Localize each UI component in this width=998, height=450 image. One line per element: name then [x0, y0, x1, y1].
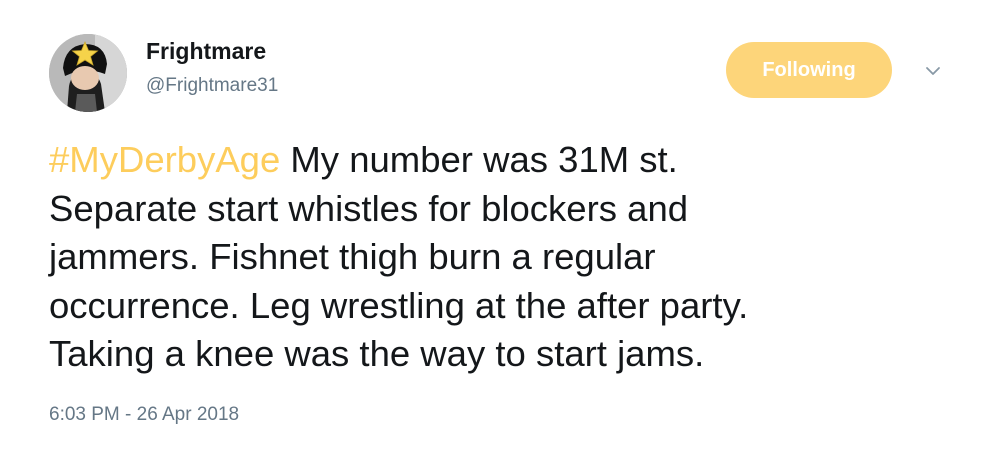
chevron-down-icon[interactable]: [920, 58, 946, 84]
author-handle[interactable]: @Frightmare31: [146, 75, 278, 97]
author-name[interactable]: Frightmare: [146, 38, 266, 65]
tweet-text-line-2: Separate start whistles for blockers and: [49, 187, 689, 229]
avatar[interactable]: [49, 34, 127, 112]
tweet-text: #MyDerbyAge My number was 31M st. Separa…: [49, 136, 949, 379]
tweet-timestamp[interactable]: 6:03 PM - 26 Apr 2018: [49, 404, 239, 426]
tweet-card: Frightmare @Frightmare31 Following #MyDe…: [0, 0, 998, 450]
following-button[interactable]: Following: [726, 42, 892, 98]
tweet-text-line-1: #MyDerbyAge My number was 31M st.: [49, 136, 949, 185]
tweet-text-line-4: occurrence. Leg wrestling at the after p…: [49, 284, 749, 326]
tweet-text-line-5: Taking a knee was the way to start jams.: [49, 333, 705, 374]
avatar-image: [49, 34, 127, 112]
tweet-text-line-3: jammers. Fishnet thigh burn a regular: [49, 236, 656, 277]
hashtag-link[interactable]: #MyDerbyAge: [49, 139, 280, 180]
tweet-text-line-1-rest: My number was 31M st.: [280, 139, 678, 180]
